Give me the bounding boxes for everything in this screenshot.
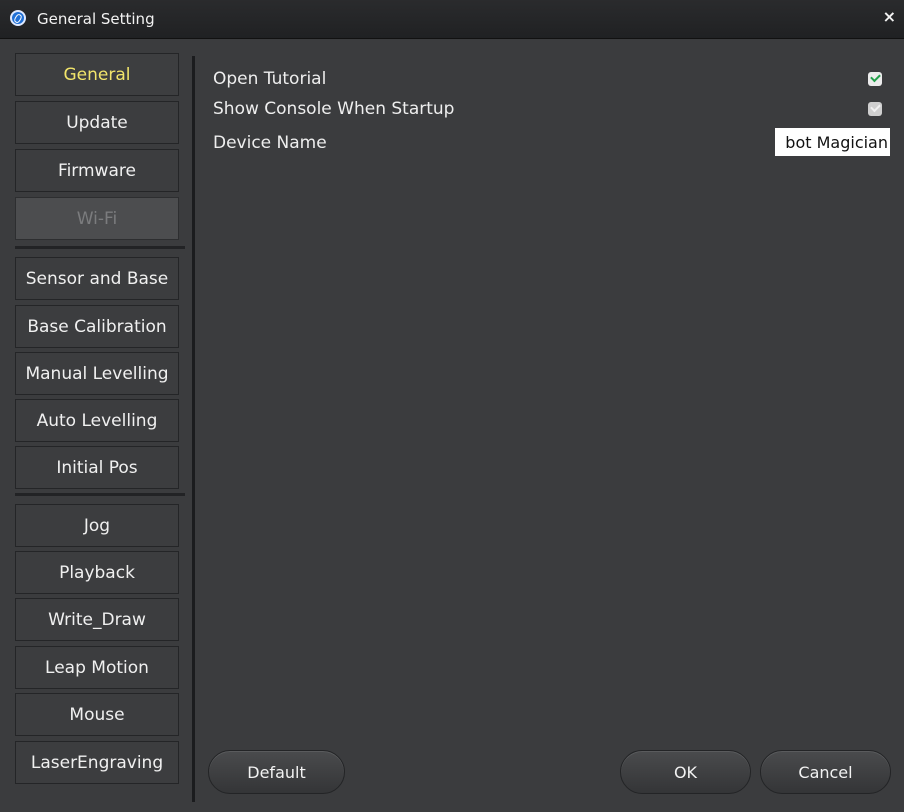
sidebar-item-mouse[interactable]: Mouse	[15, 693, 179, 736]
sidebar-item-write-draw[interactable]: Write_Draw	[15, 598, 179, 641]
device-name-field[interactable]	[775, 128, 890, 156]
sidebar-item-base-calibration[interactable]: Base Calibration	[15, 305, 179, 348]
sidebar-item-leap-motion[interactable]: Leap Motion	[15, 646, 179, 689]
close-icon[interactable]: ×	[883, 7, 896, 26]
default-button[interactable]: Default	[208, 750, 345, 794]
title-bar[interactable]: General Setting ×	[0, 0, 904, 39]
ok-button[interactable]: OK	[620, 750, 751, 794]
app-logo-icon	[10, 10, 26, 26]
general-setting-window: General Setting × General Update Firmwar…	[0, 0, 904, 812]
sidebar-separator	[15, 493, 185, 496]
sidebar-item-firmware[interactable]: Firmware	[15, 149, 179, 192]
sidebar-item-laser-engraving[interactable]: LaserEngraving	[15, 741, 179, 784]
sidebar-item-auto-levelling[interactable]: Auto Levelling	[15, 399, 179, 442]
window-title: General Setting	[37, 10, 155, 28]
sidebar-item-wifi: Wi-Fi	[15, 197, 179, 240]
show-console-checkbox[interactable]	[868, 101, 882, 116]
sidebar-item-general[interactable]: General	[15, 53, 179, 96]
open-tutorial-label: Open Tutorial	[213, 69, 327, 89]
sidebar-item-jog[interactable]: Jog	[15, 504, 179, 547]
sidebar-item-update[interactable]: Update	[15, 101, 179, 144]
show-console-label: Show Console When Startup	[213, 99, 455, 119]
open-tutorial-checkbox[interactable]	[868, 71, 882, 86]
cancel-button[interactable]: Cancel	[760, 750, 891, 794]
panel-divider	[192, 56, 195, 802]
sidebar-separator	[15, 246, 185, 249]
sidebar-item-manual-levelling[interactable]: Manual Levelling	[15, 352, 179, 395]
checkmark-icon	[870, 71, 881, 83]
sidebar-item-initial-pos[interactable]: Initial Pos	[15, 446, 179, 489]
sidebar-item-playback[interactable]: Playback	[15, 551, 179, 594]
checkmark-icon	[870, 101, 881, 113]
device-name-label: Device Name	[213, 133, 327, 153]
sidebar-item-sensor-and-base[interactable]: Sensor and Base	[15, 257, 179, 300]
